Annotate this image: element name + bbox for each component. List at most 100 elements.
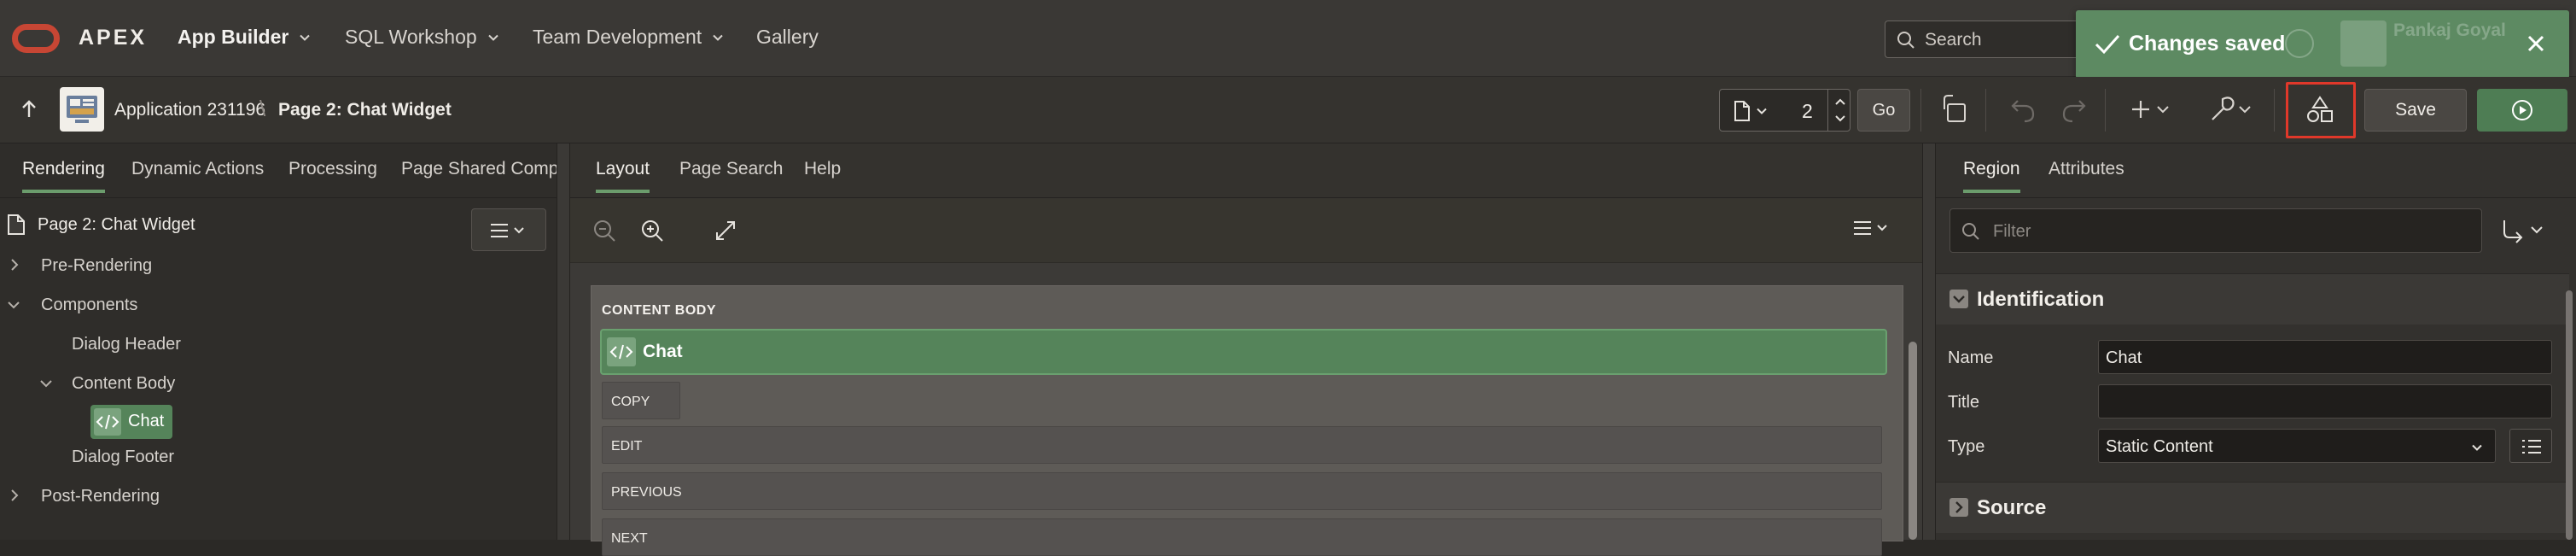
slot-edit[interactable]: EDIT xyxy=(602,426,1882,464)
page-icon xyxy=(1734,101,1750,121)
slot-label: NEXT xyxy=(611,531,648,546)
zoom-in-icon[interactable] xyxy=(640,219,664,243)
toolbar-divider xyxy=(1920,89,1921,132)
title-field[interactable] xyxy=(2098,384,2552,418)
identification-title: Identification xyxy=(1977,288,2105,311)
name-label: Name xyxy=(1948,348,1994,367)
page-number-stepper[interactable] xyxy=(1827,90,1851,131)
left-panel-splitter[interactable] xyxy=(557,143,570,540)
tab-help[interactable]: Help xyxy=(804,159,841,179)
tree-menu-button[interactable] xyxy=(471,208,546,251)
nav-app-builder[interactable]: App Builder xyxy=(178,26,311,49)
check-icon xyxy=(2095,34,2120,55)
layout-scrollbar[interactable] xyxy=(1909,342,1917,540)
nav-app-builder-label: App Builder xyxy=(178,26,289,48)
tab-rendering[interactable]: Rendering xyxy=(22,159,105,193)
create-menu-icon[interactable] xyxy=(2130,92,2175,126)
layout-toolbar xyxy=(570,198,1926,263)
right-panel-splitter[interactable] xyxy=(1922,143,1936,540)
code-icon xyxy=(94,408,121,436)
layout-canvas: CONTENT BODY Chat COPY EDIT PREVIOUS NEX… xyxy=(591,285,1903,556)
list-icon xyxy=(2522,440,2541,454)
tree-node-dialog-header[interactable]: Dialog Header xyxy=(72,335,181,354)
source-section-header[interactable]: Source xyxy=(1936,482,2569,533)
page-selector[interactable]: 2 xyxy=(1719,89,1850,132)
left-tabs: Rendering Dynamic Actions Processing Pag… xyxy=(0,143,574,198)
tab-page-shared-components[interactable]: Page Shared Compor xyxy=(401,159,574,179)
go-button[interactable]: Go xyxy=(1857,89,1910,132)
type-label: Type xyxy=(1948,437,1985,456)
tab-dynamic-actions[interactable]: Dynamic Actions xyxy=(131,159,264,179)
tab-page-search[interactable]: Page Search xyxy=(679,159,783,179)
tab-region[interactable]: Region xyxy=(1963,159,2020,193)
tree-node-dialog-footer[interactable]: Dialog Footer xyxy=(72,448,174,467)
chat-region-label: Chat xyxy=(643,342,683,361)
tree-node-components[interactable]: Components xyxy=(41,296,137,315)
chat-region[interactable]: Chat xyxy=(600,329,1887,375)
zoom-out-icon[interactable] xyxy=(592,219,616,243)
slot-label: COPY xyxy=(611,395,650,409)
tree-node-pre-rendering[interactable]: Pre-Rendering xyxy=(41,256,152,276)
go-to-group-button[interactable] xyxy=(2494,208,2566,253)
filter-placeholder: Filter xyxy=(1993,222,2031,241)
tree-node-post-rendering[interactable]: Post-Rendering xyxy=(41,487,160,506)
stepper-arrows-icon xyxy=(1835,98,1845,122)
tree-node-content-body[interactable]: Content Body xyxy=(72,374,175,394)
chevron-down-icon[interactable] xyxy=(39,377,53,389)
nav-gallery[interactable]: Gallery xyxy=(756,26,819,49)
toast-message: Changes saved xyxy=(2129,32,2286,56)
page-title: Page 2: Chat Widget xyxy=(278,100,452,120)
search-input[interactable]: Search xyxy=(1885,20,2081,58)
nav-gallery-label: Gallery xyxy=(756,26,819,48)
application-icon[interactable] xyxy=(60,87,104,132)
slot-copy[interactable]: COPY xyxy=(602,382,680,419)
breadcrumb-separator: \ xyxy=(259,96,266,121)
filter-input[interactable]: Filter xyxy=(1949,208,2482,253)
slot-next[interactable]: NEXT xyxy=(602,518,1882,556)
save-button[interactable]: Save xyxy=(2364,89,2467,132)
center-tabs: Layout Page Search Help xyxy=(570,143,1926,198)
identification-section-header[interactable]: Identification xyxy=(1936,273,2569,325)
collapse-toggle-icon xyxy=(1949,290,1968,308)
nav-team-development[interactable]: Team Development xyxy=(533,26,724,49)
name-field[interactable]: Chat xyxy=(2098,340,2552,374)
slot-label: PREVIOUS xyxy=(611,485,682,500)
application-link[interactable]: Application 231196 xyxy=(114,100,265,120)
code-icon xyxy=(607,337,636,366)
type-select[interactable]: Static Content xyxy=(2098,429,2496,463)
chevron-right-icon[interactable] xyxy=(9,489,20,502)
nav-sql-workshop[interactable]: SQL Workshop xyxy=(345,26,499,49)
slot-label: EDIT xyxy=(611,439,643,454)
property-scrollbar[interactable] xyxy=(2566,290,2573,540)
right-tabs: Region Attributes xyxy=(1936,143,2576,198)
run-button[interactable] xyxy=(2477,89,2567,132)
close-icon[interactable] xyxy=(2521,29,2550,58)
tab-attributes[interactable]: Attributes xyxy=(2049,159,2124,179)
arrow-up-icon[interactable] xyxy=(19,98,39,120)
name-value: Chat xyxy=(2106,348,2142,367)
oracle-logo[interactable] xyxy=(12,24,60,53)
chevron-down-icon[interactable] xyxy=(7,299,20,311)
menu-icon[interactable] xyxy=(1852,219,1893,237)
page-number-field[interactable]: 2 xyxy=(1802,100,1813,123)
redo-icon[interactable] xyxy=(2060,92,2088,126)
tree-node-chat-label: Chat xyxy=(128,412,165,430)
expand-icon[interactable] xyxy=(714,219,737,243)
chevron-right-icon[interactable] xyxy=(9,258,20,272)
utilities-wrench-icon[interactable] xyxy=(2207,92,2257,126)
apex-brand[interactable]: APEX xyxy=(79,26,147,50)
search-icon xyxy=(1962,223,1979,240)
shared-components-icon[interactable] xyxy=(2305,92,2335,126)
nav-sql-workshop-label: SQL Workshop xyxy=(345,26,477,48)
tab-processing[interactable]: Processing xyxy=(288,159,377,179)
app-thumbnail-icon xyxy=(67,96,97,123)
tab-layout[interactable]: Layout xyxy=(596,159,650,193)
tree-node-chat-selected[interactable]: Chat xyxy=(90,405,172,439)
user-name: Pankaj Goyal xyxy=(2393,20,2506,40)
lock-page-icon[interactable] xyxy=(1939,92,1970,126)
help-icon xyxy=(2285,29,2314,58)
slot-previous[interactable]: PREVIOUS xyxy=(602,472,1882,510)
undo-icon[interactable] xyxy=(2009,92,2037,126)
toolbar-divider xyxy=(2105,89,2106,132)
type-list-button[interactable] xyxy=(2509,429,2552,463)
